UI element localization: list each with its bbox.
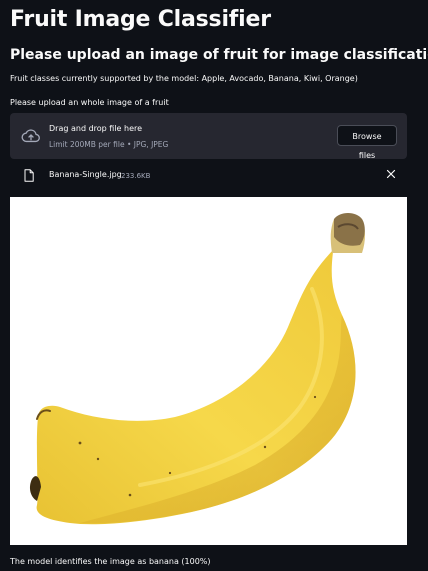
close-icon[interactable]: [386, 169, 396, 179]
file-uploader-label: Please upload an whole image of a fruit: [10, 98, 169, 107]
cloud-upload-icon: [21, 129, 40, 143]
banana-image: [29, 213, 365, 525]
uploaded-file-size: 233.6KB: [121, 172, 151, 180]
dropzone-limit-text: Limit 200MB per file • JPG, JPEG: [49, 140, 169, 149]
browse-files-button[interactable]: Browse files: [337, 125, 397, 160]
app-page: Fruit Image Classifier Please upload an …: [0, 0, 428, 571]
page-title: Fruit Image Classifier: [10, 7, 271, 32]
file-icon: [24, 169, 34, 182]
classification-result: The model identifies the image as banana…: [10, 557, 211, 566]
file-dropzone[interactable]: Drag and drop file here Limit 200MB per …: [10, 113, 407, 160]
supported-classes-text: Fruit classes currently supported by the…: [10, 74, 358, 83]
dropzone-instructions: Drag and drop file here: [49, 124, 143, 133]
page-subtitle: Please upload an image of fruit for imag…: [10, 47, 428, 63]
uploaded-file-row: Banana-Single.jpg 233.6KB: [10, 166, 407, 184]
uploaded-image: [10, 197, 407, 545]
uploaded-file-name: Banana-Single.jpg: [49, 170, 122, 179]
